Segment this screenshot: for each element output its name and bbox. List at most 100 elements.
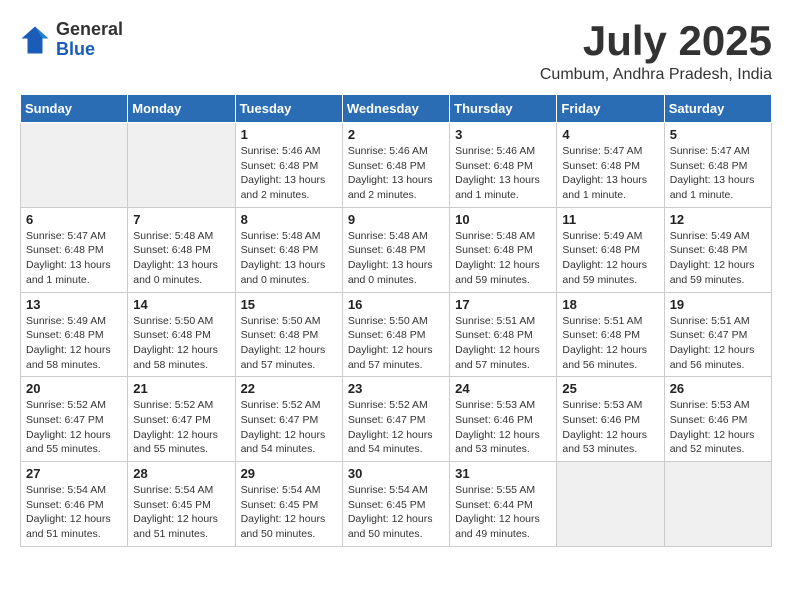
- page-header: General Blue July 2025 Cumbum, Andhra Pr…: [20, 20, 772, 84]
- day-number: 11: [562, 212, 658, 227]
- location-text: Cumbum, Andhra Pradesh, India: [540, 66, 772, 84]
- day-info: Sunrise: 5:49 AM Sunset: 6:48 PM Dayligh…: [26, 314, 122, 373]
- day-number: 16: [348, 297, 444, 312]
- week-row-3: 13 Sunrise: 5:49 AM Sunset: 6:48 PM Dayli…: [21, 292, 772, 377]
- day-number: 4: [562, 127, 658, 142]
- calendar-cell: 15 Sunrise: 5:50 AM Sunset: 6:48 PM Dayli…: [235, 292, 342, 377]
- day-info: Sunrise: 5:53 AM Sunset: 6:46 PM Dayligh…: [562, 398, 658, 457]
- calendar-header-row: SundayMondayTuesdayWednesdayThursdayFrid…: [21, 95, 772, 123]
- day-info: Sunrise: 5:47 AM Sunset: 6:48 PM Dayligh…: [670, 144, 766, 203]
- week-row-1: 1 Sunrise: 5:46 AM Sunset: 6:48 PM Daylig…: [21, 123, 772, 208]
- day-info: Sunrise: 5:50 AM Sunset: 6:48 PM Dayligh…: [133, 314, 229, 373]
- calendar-cell: 8 Sunrise: 5:48 AM Sunset: 6:48 PM Daylig…: [235, 207, 342, 292]
- day-number: 19: [670, 297, 766, 312]
- calendar-cell: [557, 462, 664, 547]
- day-number: 3: [455, 127, 551, 142]
- day-number: 2: [348, 127, 444, 142]
- header-sunday: Sunday: [21, 95, 128, 123]
- day-number: 15: [241, 297, 337, 312]
- calendar-cell: [128, 123, 235, 208]
- day-info: Sunrise: 5:49 AM Sunset: 6:48 PM Dayligh…: [670, 229, 766, 288]
- calendar-cell: 19 Sunrise: 5:51 AM Sunset: 6:47 PM Dayli…: [664, 292, 771, 377]
- calendar-cell: 17 Sunrise: 5:51 AM Sunset: 6:48 PM Dayli…: [450, 292, 557, 377]
- day-info: Sunrise: 5:54 AM Sunset: 6:45 PM Dayligh…: [348, 483, 444, 542]
- day-number: 24: [455, 381, 551, 396]
- calendar-cell: 29Sunrise: 5:54 AM Sunset: 6:45 PM Dayli…: [235, 462, 342, 547]
- day-number: 21: [133, 381, 229, 396]
- day-number: 26: [670, 381, 766, 396]
- day-info: Sunrise: 5:50 AM Sunset: 6:48 PM Dayligh…: [241, 314, 337, 373]
- header-friday: Friday: [557, 95, 664, 123]
- day-info: Sunrise: 5:53 AM Sunset: 6:46 PM Dayligh…: [670, 398, 766, 457]
- calendar-cell: 5 Sunrise: 5:47 AM Sunset: 6:48 PM Daylig…: [664, 123, 771, 208]
- calendar-cell: 25Sunrise: 5:53 AM Sunset: 6:46 PM Dayli…: [557, 377, 664, 462]
- header-wednesday: Wednesday: [342, 95, 449, 123]
- calendar-cell: 30 Sunrise: 5:54 AM Sunset: 6:45 PM Dayli…: [342, 462, 449, 547]
- day-number: 7: [133, 212, 229, 227]
- day-info: Sunrise: 5:55 AM Sunset: 6:44 PM Dayligh…: [455, 483, 551, 542]
- day-info: Sunrise: 5:46 AM Sunset: 6:48 PM Dayligh…: [348, 144, 444, 203]
- header-monday: Monday: [128, 95, 235, 123]
- day-number: 10: [455, 212, 551, 227]
- title-block: July 2025 Cumbum, Andhra Pradesh, India: [540, 20, 772, 84]
- calendar-table: SundayMondayTuesdayWednesdayThursdayFrid…: [20, 94, 772, 547]
- day-info: Sunrise: 5:51 AM Sunset: 6:48 PM Dayligh…: [562, 314, 658, 373]
- day-number: 27: [26, 466, 122, 481]
- calendar-cell: 31 Sunrise: 5:55 AM Sunset: 6:44 PM Dayli…: [450, 462, 557, 547]
- day-info: Sunrise: 5:49 AM Sunset: 6:48 PM Dayligh…: [562, 229, 658, 288]
- day-info: Sunrise: 5:46 AM Sunset: 6:48 PM Dayligh…: [455, 144, 551, 203]
- day-info: Sunrise: 5:52 AM Sunset: 6:47 PM Dayligh…: [133, 398, 229, 457]
- day-number: 30: [348, 466, 444, 481]
- day-info: Sunrise: 5:52 AM Sunset: 6:47 PM Dayligh…: [26, 398, 122, 457]
- week-row-5: 27 Sunrise: 5:54 AM Sunset: 6:46 PM Dayli…: [21, 462, 772, 547]
- day-number: 13: [26, 297, 122, 312]
- day-info: Sunrise: 5:48 AM Sunset: 6:48 PM Dayligh…: [133, 229, 229, 288]
- calendar-cell: 6Sunrise: 5:47 AM Sunset: 6:48 PM Daylig…: [21, 207, 128, 292]
- day-number: 8: [241, 212, 337, 227]
- logo-general-text: General: [56, 20, 123, 40]
- day-number: 12: [670, 212, 766, 227]
- month-title: July 2025: [540, 20, 772, 62]
- day-number: 6: [26, 212, 122, 227]
- day-info: Sunrise: 5:51 AM Sunset: 6:48 PM Dayligh…: [455, 314, 551, 373]
- day-info: Sunrise: 5:52 AM Sunset: 6:47 PM Dayligh…: [348, 398, 444, 457]
- logo-text: General Blue: [56, 20, 123, 60]
- calendar-cell: [21, 123, 128, 208]
- day-number: 17: [455, 297, 551, 312]
- day-info: Sunrise: 5:50 AM Sunset: 6:48 PM Dayligh…: [348, 314, 444, 373]
- day-info: Sunrise: 5:51 AM Sunset: 6:47 PM Dayligh…: [670, 314, 766, 373]
- calendar-cell: 2 Sunrise: 5:46 AM Sunset: 6:48 PM Daylig…: [342, 123, 449, 208]
- day-info: Sunrise: 5:46 AM Sunset: 6:48 PM Dayligh…: [241, 144, 337, 203]
- calendar-cell: 28Sunrise: 5:54 AM Sunset: 6:45 PM Dayli…: [128, 462, 235, 547]
- day-number: 18: [562, 297, 658, 312]
- calendar-cell: 4 Sunrise: 5:47 AM Sunset: 6:48 PM Daylig…: [557, 123, 664, 208]
- day-number: 31: [455, 466, 551, 481]
- header-saturday: Saturday: [664, 95, 771, 123]
- day-number: 20: [26, 381, 122, 396]
- header-tuesday: Tuesday: [235, 95, 342, 123]
- day-info: Sunrise: 5:48 AM Sunset: 6:48 PM Dayligh…: [241, 229, 337, 288]
- day-info: Sunrise: 5:52 AM Sunset: 6:47 PM Dayligh…: [241, 398, 337, 457]
- calendar-cell: 10Sunrise: 5:48 AM Sunset: 6:48 PM Dayli…: [450, 207, 557, 292]
- calendar-cell: 21 Sunrise: 5:52 AM Sunset: 6:47 PM Dayli…: [128, 377, 235, 462]
- header-thursday: Thursday: [450, 95, 557, 123]
- calendar-cell: 7 Sunrise: 5:48 AM Sunset: 6:48 PM Daylig…: [128, 207, 235, 292]
- day-number: 9: [348, 212, 444, 227]
- day-info: Sunrise: 5:54 AM Sunset: 6:46 PM Dayligh…: [26, 483, 122, 542]
- day-number: 5: [670, 127, 766, 142]
- week-row-4: 20 Sunrise: 5:52 AM Sunset: 6:47 PM Dayli…: [21, 377, 772, 462]
- day-info: Sunrise: 5:48 AM Sunset: 6:48 PM Dayligh…: [348, 229, 444, 288]
- calendar-cell: 27 Sunrise: 5:54 AM Sunset: 6:46 PM Dayli…: [21, 462, 128, 547]
- calendar-cell: [664, 462, 771, 547]
- day-info: Sunrise: 5:47 AM Sunset: 6:48 PM Dayligh…: [562, 144, 658, 203]
- calendar-cell: 16 Sunrise: 5:50 AM Sunset: 6:48 PM Dayli…: [342, 292, 449, 377]
- day-info: Sunrise: 5:54 AM Sunset: 6:45 PM Dayligh…: [241, 483, 337, 542]
- day-number: 1: [241, 127, 337, 142]
- calendar-cell: 22Sunrise: 5:52 AM Sunset: 6:47 PM Dayli…: [235, 377, 342, 462]
- calendar-cell: 26 Sunrise: 5:53 AM Sunset: 6:46 PM Dayli…: [664, 377, 771, 462]
- calendar-cell: 20 Sunrise: 5:52 AM Sunset: 6:47 PM Dayli…: [21, 377, 128, 462]
- day-info: Sunrise: 5:53 AM Sunset: 6:46 PM Dayligh…: [455, 398, 551, 457]
- logo-icon: [20, 25, 50, 55]
- calendar-cell: 24 Sunrise: 5:53 AM Sunset: 6:46 PM Dayli…: [450, 377, 557, 462]
- calendar-cell: 18 Sunrise: 5:51 AM Sunset: 6:48 PM Dayli…: [557, 292, 664, 377]
